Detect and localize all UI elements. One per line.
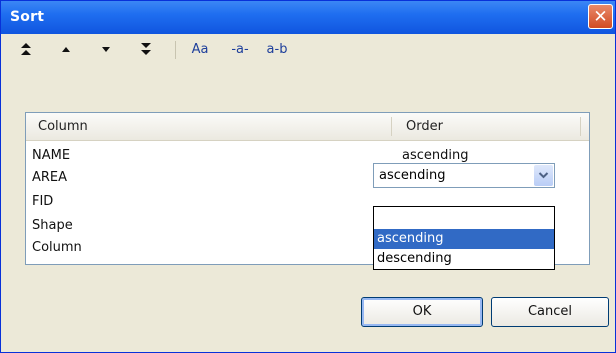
column-cell: Shape bbox=[32, 218, 73, 233]
combobox-dropdown-button[interactable] bbox=[534, 165, 553, 186]
column-cell: NAME bbox=[32, 148, 71, 163]
close-button[interactable]: ✕ bbox=[588, 4, 613, 29]
column-cell: Column bbox=[32, 240, 82, 255]
move-down-icon bbox=[102, 47, 110, 52]
cancel-button[interactable]: Cancel bbox=[491, 297, 609, 327]
close-icon: ✕ bbox=[593, 7, 608, 27]
dropdown-option-descending[interactable]: descending bbox=[374, 249, 554, 269]
move-to-bottom-button[interactable] bbox=[135, 38, 157, 60]
title-bar[interactable]: Sort ✕ bbox=[1, 1, 615, 34]
move-to-bottom-icon bbox=[141, 43, 151, 55]
dropdown-option-empty[interactable] bbox=[374, 207, 554, 227]
case-sensitive-button[interactable]: Aa bbox=[187, 38, 213, 60]
order-header[interactable]: Order bbox=[406, 113, 443, 140]
column-cell: AREA bbox=[32, 170, 68, 185]
column-cell: FID bbox=[32, 194, 54, 209]
combobox-value: ascending bbox=[379, 168, 446, 183]
move-up-icon bbox=[62, 47, 70, 52]
sort-option-a-button[interactable]: -a- bbox=[227, 38, 253, 60]
move-up-button[interactable] bbox=[55, 38, 77, 60]
grid-header: Column Order bbox=[26, 113, 589, 141]
move-to-top-icon bbox=[21, 43, 31, 55]
sort-option-ab-button[interactable]: a-b bbox=[263, 38, 291, 60]
chevron-down-icon bbox=[538, 172, 549, 179]
toolbar: Aa -a- a-b bbox=[1, 34, 615, 66]
order-dropdown-list: ascending descending bbox=[373, 206, 555, 270]
toolbar-separator bbox=[175, 41, 176, 59]
dropdown-option-ascending[interactable]: ascending bbox=[374, 229, 554, 249]
move-to-top-button[interactable] bbox=[15, 38, 37, 60]
column-header[interactable]: Column bbox=[38, 113, 88, 140]
header-divider bbox=[391, 117, 392, 136]
sort-dialog: Sort ✕ Aa -a- a-b Column Order NAME asce… bbox=[0, 0, 616, 353]
header-divider bbox=[580, 117, 581, 136]
ok-button[interactable]: OK bbox=[361, 297, 483, 327]
order-combobox[interactable]: ascending bbox=[373, 163, 555, 188]
move-down-button[interactable] bbox=[95, 38, 117, 60]
dialog-title: Sort bbox=[10, 9, 45, 25]
